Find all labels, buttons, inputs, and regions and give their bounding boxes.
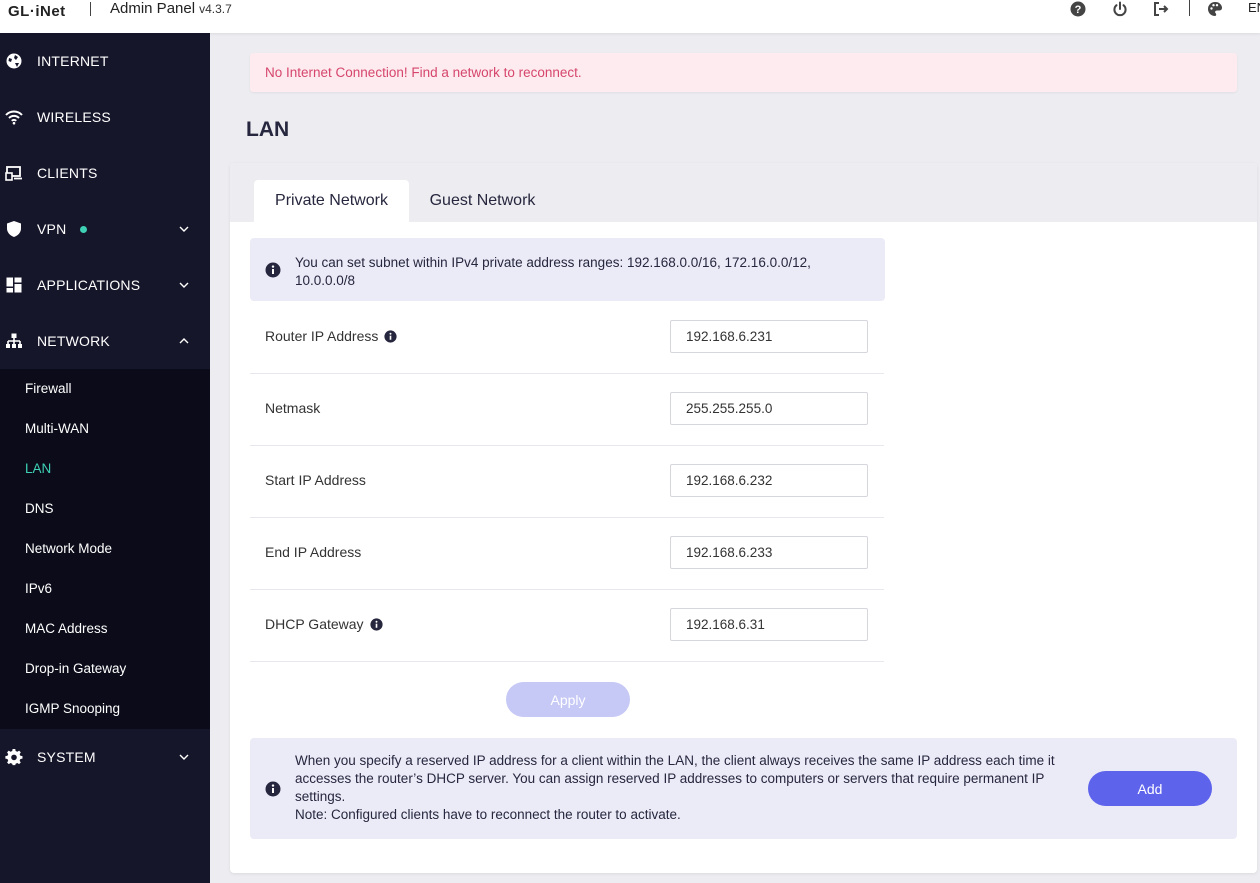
- reserved-ip-text: When you specify a reserved IP address f…: [295, 752, 1085, 824]
- power-icon[interactable]: [1112, 1, 1128, 17]
- router-ip-label: Router IP Address: [265, 328, 397, 344]
- sidebar-item-label: CLIENTS: [37, 165, 98, 181]
- submenu-item-firewall[interactable]: Firewall: [25, 381, 72, 396]
- netmask-label: Netmask: [265, 400, 321, 416]
- chevron-down-icon: [179, 282, 189, 288]
- tab-private-network[interactable]: Private Network: [254, 180, 409, 222]
- app-version: v4.3.7: [199, 2, 232, 16]
- reserved-ip-info-box: When you specify a reserved IP address f…: [250, 738, 1237, 839]
- svg-text:?: ?: [1075, 4, 1082, 16]
- submenu-item-igmp-snooping[interactable]: IGMP Snooping: [25, 701, 120, 716]
- grid-icon: [6, 277, 22, 293]
- header-divider: [90, 2, 91, 16]
- sidebar: INTERNET WIRELESS CLIENTS VPN APPLICATIO…: [0, 33, 210, 883]
- end-ip-label: End IP Address: [265, 544, 362, 560]
- start-ip-label: Start IP Address: [265, 472, 366, 488]
- alert-message[interactable]: No Internet Connection! Find a network t…: [265, 65, 582, 80]
- app-title-text: Admin Panel: [110, 0, 196, 17]
- gear-icon: [5, 748, 23, 766]
- router-ip-label-text: Router IP Address: [265, 328, 379, 344]
- tab-guest-network[interactable]: Guest Network: [409, 180, 556, 222]
- brand-logo: GL·iNet: [8, 3, 66, 20]
- sidebar-item-vpn[interactable]: VPN: [0, 201, 210, 257]
- info-icon: [265, 781, 281, 797]
- submenu-item-drop-in-gateway[interactable]: Drop-in Gateway: [25, 661, 126, 676]
- dhcp-gateway-input[interactable]: [670, 608, 868, 641]
- subnet-info-text: You can set subnet within IPv4 private a…: [295, 255, 811, 288]
- sidebar-item-label: NETWORK: [37, 333, 110, 349]
- top-header: GL·iNet Admin Panelv4.3.7 ? EN: [0, 0, 1260, 33]
- apply-button[interactable]: Apply: [506, 682, 630, 717]
- submenu-item-dns[interactable]: DNS: [25, 501, 54, 516]
- sidebar-item-label: SYSTEM: [37, 749, 96, 765]
- theme-palette-icon[interactable]: [1207, 1, 1223, 17]
- app-title: Admin Panel v4.3.7: [110, 0, 232, 17]
- netmask-input[interactable]: [670, 392, 868, 425]
- reserved-ip-description: When you specify a reserved IP address f…: [295, 753, 1055, 804]
- submenu-item-lan[interactable]: LAN: [25, 461, 51, 476]
- sidebar-item-label: WIRELESS: [37, 109, 111, 125]
- dhcp-gateway-label: DHCP Gateway: [265, 616, 383, 632]
- form-row-router-ip: Router IP Address: [250, 301, 884, 374]
- network-icon: [6, 333, 22, 348]
- form-row-dhcp-gateway: DHCP Gateway: [250, 589, 884, 662]
- sidebar-item-label: INTERNET: [37, 53, 109, 69]
- header-divider-right: [1189, 0, 1190, 16]
- globe-icon: [6, 53, 22, 69]
- lan-settings-card: Private Network Guest Network You can se…: [230, 163, 1257, 873]
- help-icon[interactable]: ?: [1070, 1, 1086, 17]
- subnet-info-box: You can set subnet within IPv4 private a…: [250, 238, 885, 301]
- shield-icon: [7, 221, 21, 237]
- sidebar-item-internet[interactable]: INTERNET: [0, 33, 210, 89]
- reserved-ip-note: Note: Configured clients have to reconne…: [295, 807, 681, 822]
- form-row-start-ip: Start IP Address: [250, 445, 884, 518]
- dhcp-gateway-label-text: DHCP Gateway: [265, 616, 364, 632]
- language-selector[interactable]: EN: [1248, 0, 1260, 15]
- tab-bar: Private Network Guest Network: [230, 163, 1257, 222]
- submenu-item-multi-wan[interactable]: Multi-WAN: [25, 421, 89, 436]
- network-submenu: Firewall Multi-WAN LAN DNS Network Mode …: [0, 369, 210, 729]
- sidebar-item-network[interactable]: NETWORK: [0, 313, 210, 369]
- sidebar-item-wireless[interactable]: WIRELESS: [0, 89, 210, 145]
- sidebar-item-system[interactable]: SYSTEM: [0, 729, 210, 785]
- logout-icon[interactable]: [1153, 1, 1169, 17]
- no-internet-alert: No Internet Connection! Find a network t…: [250, 53, 1237, 92]
- form-row-end-ip: End IP Address: [250, 517, 884, 590]
- add-reserved-ip-button[interactable]: Add: [1088, 771, 1212, 806]
- page-title: LAN: [246, 118, 290, 141]
- submenu-item-mac-address[interactable]: MAC Address: [25, 621, 108, 636]
- devices-icon: [5, 166, 22, 181]
- submenu-item-ipv6[interactable]: IPv6: [25, 581, 52, 596]
- chevron-down-icon: [179, 226, 189, 232]
- sidebar-item-label: VPN: [37, 221, 67, 237]
- info-icon[interactable]: [384, 329, 397, 343]
- submenu-item-network-mode[interactable]: Network Mode: [25, 541, 112, 556]
- sidebar-item-label: APPLICATIONS: [37, 277, 141, 293]
- sidebar-item-clients[interactable]: CLIENTS: [0, 145, 210, 201]
- sidebar-item-applications[interactable]: APPLICATIONS: [0, 257, 210, 313]
- chevron-up-icon: [179, 338, 189, 344]
- router-ip-input[interactable]: [670, 320, 868, 353]
- end-ip-input[interactable]: [670, 536, 868, 569]
- info-icon: [265, 262, 281, 278]
- chevron-down-icon: [179, 754, 189, 760]
- vpn-status-dot: [80, 225, 87, 233]
- form-row-netmask: Netmask: [250, 373, 884, 446]
- start-ip-input[interactable]: [670, 464, 868, 497]
- wifi-icon: [5, 110, 23, 125]
- info-icon[interactable]: [369, 617, 383, 631]
